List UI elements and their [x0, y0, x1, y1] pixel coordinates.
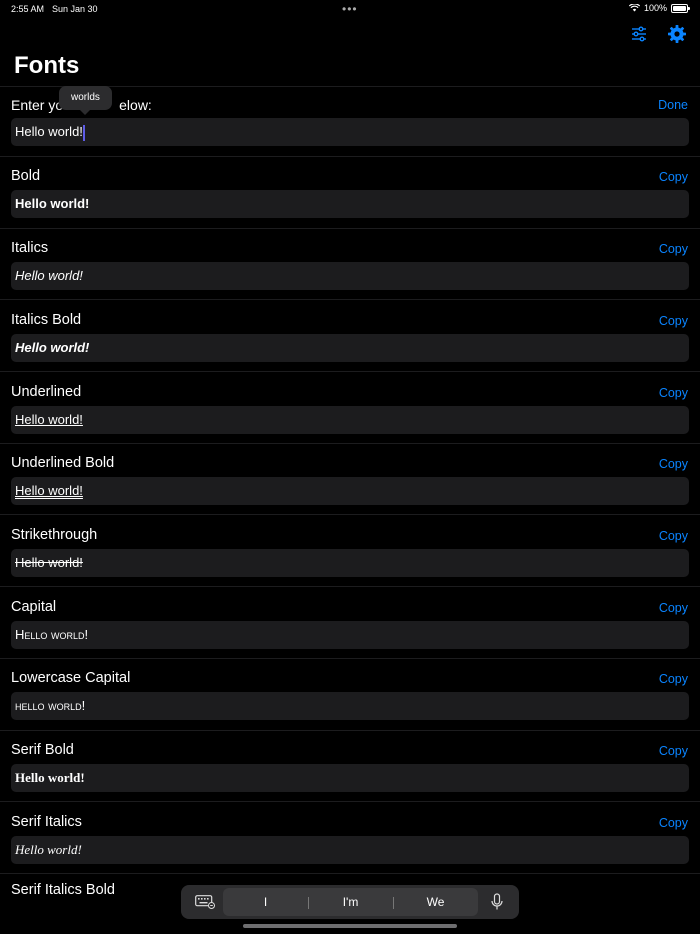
divider: [0, 801, 700, 802]
section-label: Bold: [11, 168, 41, 184]
copy-button[interactable]: Copy: [659, 744, 688, 758]
section-label: Underlined: [11, 384, 82, 400]
preview-field[interactable]: Hello world!: [11, 549, 689, 577]
preview-field[interactable]: Hello world!: [11, 334, 689, 362]
divider: [0, 156, 700, 157]
preview-field[interactable]: Hello world!: [11, 621, 689, 649]
divider: [0, 514, 700, 515]
section-label-cutoff: Serif Italics Bold: [11, 882, 115, 898]
gear-icon[interactable]: [667, 24, 687, 44]
divider: [0, 371, 700, 372]
suggestion-item[interactable]: We: [393, 895, 478, 909]
status-bar: 2:55 AM Sun Jan 30 ••• 100%: [0, 0, 700, 18]
preview-field[interactable]: Hello world!: [11, 477, 689, 505]
preview-field[interactable]: Hello world!: [11, 406, 689, 434]
section-label: Capital: [11, 599, 57, 615]
status-date: Sun Jan 30: [52, 4, 98, 14]
multitasking-dots-icon[interactable]: •••: [342, 2, 358, 16]
preview-field[interactable]: Hello world!: [11, 262, 689, 290]
status-time: 2:55 AM: [11, 4, 45, 14]
battery-percent: 100%: [643, 3, 667, 13]
microphone-icon[interactable]: [490, 893, 504, 911]
divider: [0, 586, 700, 587]
suggestion-item[interactable]: I'm: [308, 895, 393, 909]
section-label: Strikethrough: [11, 527, 98, 543]
text-input-value: Hello world!: [15, 124, 83, 139]
autocorrect-suggestion[interactable]: worlds: [59, 86, 112, 115]
copy-button[interactable]: Copy: [659, 816, 688, 830]
wifi-icon: [628, 4, 640, 12]
suggestion-item[interactable]: I: [223, 895, 308, 909]
divider: [0, 658, 700, 659]
copy-button[interactable]: Copy: [659, 242, 688, 256]
divider: [0, 228, 700, 229]
copy-button[interactable]: Copy: [659, 601, 688, 615]
keyboard-shortcut-bar: I I'm We: [181, 885, 519, 919]
page-title: Fonts: [14, 52, 80, 79]
copy-button[interactable]: Copy: [659, 457, 688, 471]
predictive-suggestions: I I'm We: [223, 888, 478, 916]
preview-field[interactable]: Hello world!: [11, 836, 689, 864]
divider: [0, 299, 700, 300]
section-label: Lowercase Capital: [11, 670, 131, 686]
section-label: Italics: [11, 240, 49, 256]
home-indicator[interactable]: [243, 924, 457, 928]
section-label: Italics Bold: [11, 312, 82, 328]
copy-button[interactable]: Copy: [659, 672, 688, 686]
section-label: Serif Bold: [11, 742, 74, 758]
done-button[interactable]: Done: [658, 98, 688, 112]
text-caret: [82, 124, 85, 141]
divider: [0, 730, 700, 731]
preview-field[interactable]: Hello world!: [11, 764, 689, 792]
status-right: 100%: [628, 3, 690, 13]
keyboard-icon[interactable]: [195, 895, 215, 909]
preview-field[interactable]: Hello world!: [11, 190, 689, 218]
section-label: Serif Italics: [11, 814, 82, 830]
battery-icon: [671, 3, 690, 13]
section-label: Underlined Bold: [11, 455, 115, 471]
divider: [0, 873, 700, 874]
sliders-icon[interactable]: [629, 24, 649, 44]
copy-button[interactable]: Copy: [659, 529, 688, 543]
copy-button[interactable]: Copy: [659, 170, 688, 184]
preview-field[interactable]: hello world!: [11, 692, 689, 720]
text-input[interactable]: Hello world!: [11, 118, 689, 146]
divider: [0, 443, 700, 444]
copy-button[interactable]: Copy: [659, 314, 688, 328]
copy-button[interactable]: Copy: [659, 386, 688, 400]
